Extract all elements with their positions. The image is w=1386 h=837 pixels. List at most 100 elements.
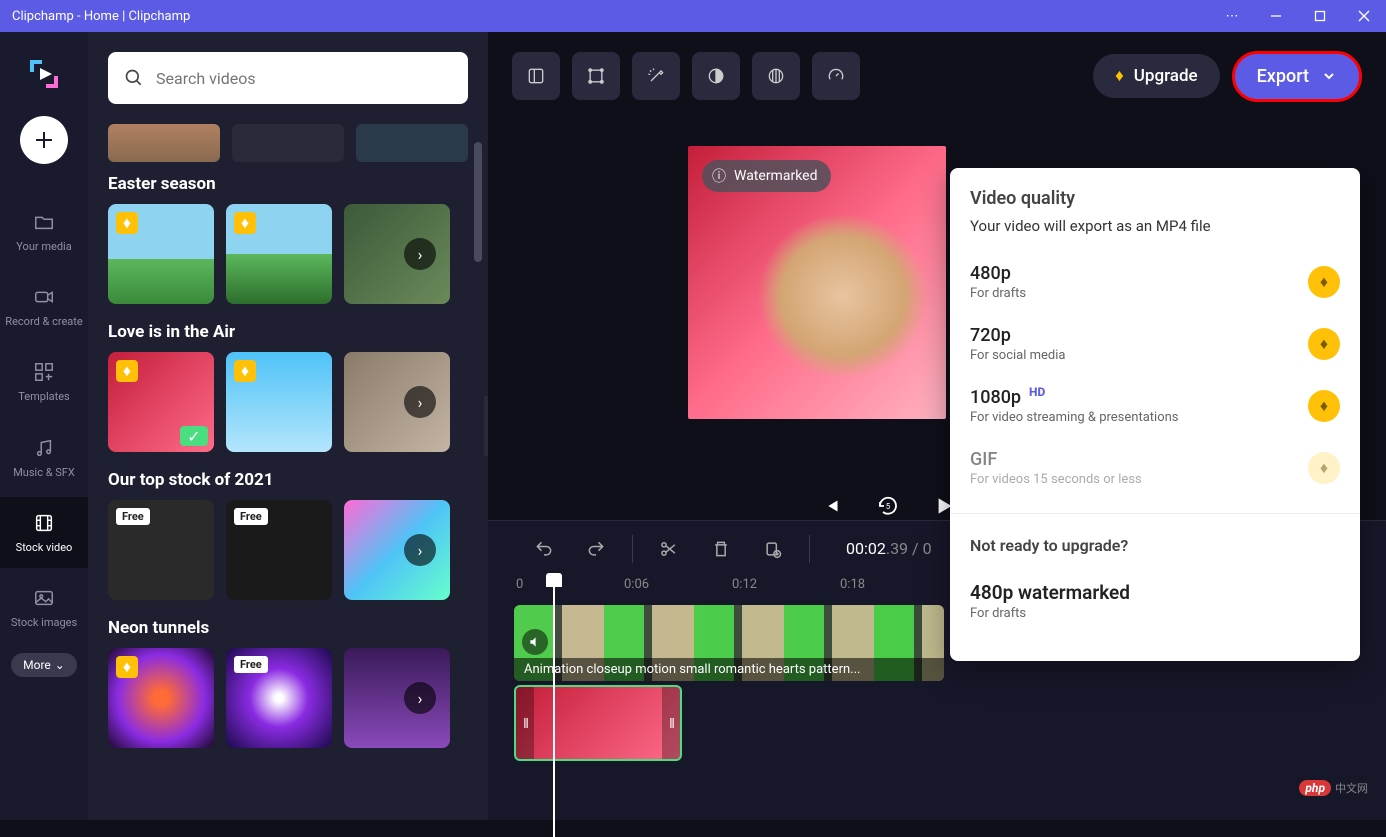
video-thumb[interactable]: ♦ bbox=[108, 204, 214, 304]
add-media-button[interactable] bbox=[20, 116, 68, 164]
site-watermark: php中文网 bbox=[1299, 780, 1368, 796]
category-title: Our top stock of 2021 bbox=[108, 470, 468, 490]
premium-chip-icon: ♦ bbox=[1308, 266, 1340, 298]
nav-music-sfx[interactable]: Music & SFX bbox=[0, 422, 88, 493]
stock-video-panel: Easter season ♦ ♦ › Love is in the Air ♦… bbox=[88, 32, 488, 820]
timeline-clip-selected[interactable]: ‖ ‖ bbox=[514, 685, 682, 761]
close-icon[interactable] bbox=[1354, 6, 1374, 26]
editor-area: ♦ Upgrade Export ⓘ Watermarked 5 bbox=[488, 32, 1386, 820]
video-track[interactable]: ‖ ‖ bbox=[514, 685, 1386, 761]
playhead-handle[interactable] bbox=[546, 573, 562, 587]
quality-option-watermarked[interactable]: 480p watermarked For drafts bbox=[970, 569, 1340, 633]
contrast-tool-button[interactable] bbox=[692, 52, 740, 100]
category-easter: Easter season ♦ ♦ › bbox=[108, 174, 468, 304]
next-arrow-button[interactable]: › bbox=[404, 682, 436, 714]
video-thumb[interactable]: ♦✓ bbox=[108, 352, 214, 452]
next-arrow-button[interactable]: › bbox=[404, 386, 436, 418]
quality-option-1080p[interactable]: 1080pHD For video streaming & presentati… bbox=[950, 375, 1360, 437]
audio-icon bbox=[522, 629, 548, 655]
premium-badge-icon: ♦ bbox=[116, 656, 138, 678]
editor-toolbar: ♦ Upgrade Export bbox=[488, 32, 1386, 120]
video-thumb[interactable]: Free bbox=[226, 648, 332, 748]
diamond-icon: ♦ bbox=[1115, 66, 1124, 86]
more-options-icon[interactable]: ⋯ bbox=[1222, 6, 1242, 26]
category-neon: Neon tunnels ♦ Free › bbox=[108, 618, 468, 748]
premium-chip-icon: ♦ bbox=[1308, 328, 1340, 360]
category-title: Neon tunnels bbox=[108, 618, 468, 638]
music-icon bbox=[32, 436, 56, 460]
premium-chip-icon: ♦ bbox=[1308, 452, 1340, 484]
nav-label: Your media bbox=[16, 240, 71, 253]
folder-icon bbox=[32, 210, 56, 234]
sidebar: Your media Record & create Templates Mus… bbox=[0, 32, 88, 820]
maximize-icon[interactable] bbox=[1310, 6, 1330, 26]
svg-text:5: 5 bbox=[886, 502, 891, 511]
layout-tool-button[interactable] bbox=[512, 52, 560, 100]
nav-your-media[interactable]: Your media bbox=[0, 196, 88, 267]
rewind-5s-button[interactable]: 5 bbox=[874, 492, 902, 520]
thumb-partial[interactable] bbox=[232, 124, 344, 162]
nav-label: Stock video bbox=[16, 541, 73, 554]
premium-badge-icon: ♦ bbox=[116, 212, 138, 234]
category-love: Love is in the Air ♦✓ ♦ › bbox=[108, 322, 468, 452]
video-thumb[interactable]: ♦ bbox=[226, 204, 332, 304]
search-input[interactable] bbox=[156, 69, 452, 88]
duplicate-button[interactable] bbox=[753, 529, 793, 569]
split-button[interactable] bbox=[649, 529, 689, 569]
export-button[interactable]: Export bbox=[1232, 51, 1362, 102]
hd-badge: HD bbox=[1029, 385, 1045, 399]
quality-option-480p[interactable]: 480p For drafts ♦ bbox=[950, 251, 1360, 313]
speed-tool-button[interactable] bbox=[812, 52, 860, 100]
search-bar[interactable] bbox=[108, 52, 468, 104]
nav-record-create[interactable]: Record & create bbox=[0, 271, 88, 342]
scrollbar[interactable] bbox=[474, 142, 482, 262]
redo-button[interactable] bbox=[576, 529, 616, 569]
categories-list: Easter season ♦ ♦ › Love is in the Air ♦… bbox=[88, 174, 488, 820]
playhead-line bbox=[553, 577, 555, 837]
ruler-tick: 0 bbox=[516, 577, 624, 605]
timeline-clip[interactable]: Animation closeup motion small romantic … bbox=[514, 605, 944, 681]
next-arrow-button[interactable]: › bbox=[404, 238, 436, 270]
thumb-partial[interactable] bbox=[108, 124, 220, 162]
delete-button[interactable] bbox=[701, 529, 741, 569]
nav-label: Stock images bbox=[11, 616, 77, 629]
video-thumb[interactable]: ♦ bbox=[226, 352, 332, 452]
ruler-tick: 0:06 bbox=[624, 577, 732, 605]
premium-badge-icon: ♦ bbox=[234, 360, 256, 382]
export-menu-subtitle: Your video will export as an MP4 file bbox=[950, 217, 1360, 251]
video-thumb[interactable]: ♦ bbox=[108, 648, 214, 748]
magic-tool-button[interactable] bbox=[632, 52, 680, 100]
trim-handle-right[interactable]: ‖ bbox=[662, 687, 680, 759]
quality-option-720p[interactable]: 720p For social media ♦ bbox=[950, 313, 1360, 375]
minimize-icon[interactable] bbox=[1266, 6, 1286, 26]
video-preview[interactable]: ⓘ Watermarked bbox=[688, 146, 946, 419]
filter-tool-button[interactable] bbox=[752, 52, 800, 100]
trim-handle-left[interactable]: ‖ bbox=[516, 687, 534, 759]
ruler-tick: 0:12 bbox=[732, 577, 840, 605]
video-thumb[interactable]: Free bbox=[108, 500, 214, 600]
export-menu-title: Video quality bbox=[950, 168, 1360, 217]
nav-label: Record & create bbox=[5, 315, 82, 328]
quality-option-gif[interactable]: GIF For videos 15 seconds or less ♦ bbox=[950, 437, 1360, 499]
nav-templates[interactable]: Templates bbox=[0, 346, 88, 417]
window-titlebar: Clipchamp - Home | Clipchamp ⋯ bbox=[0, 0, 1386, 32]
skip-back-button[interactable] bbox=[818, 492, 846, 520]
more-button[interactable]: More ⌄ bbox=[11, 653, 77, 677]
clip-label: Animation closeup motion small romantic … bbox=[514, 658, 944, 681]
templates-icon bbox=[32, 360, 56, 384]
nav-stock-video[interactable]: Stock video bbox=[0, 497, 88, 568]
undo-button[interactable] bbox=[524, 529, 564, 569]
nav-stock-images[interactable]: Stock images bbox=[0, 572, 88, 643]
free-badge: Free bbox=[234, 508, 268, 525]
next-arrow-button[interactable]: › bbox=[404, 534, 436, 566]
watermark-badge: ⓘ Watermarked bbox=[702, 160, 831, 192]
upgrade-button[interactable]: ♦ Upgrade bbox=[1093, 54, 1220, 98]
window-title: Clipchamp - Home | Clipchamp bbox=[12, 9, 1222, 24]
camera-icon bbox=[32, 285, 56, 309]
app-logo[interactable] bbox=[22, 52, 66, 96]
crop-tool-button[interactable] bbox=[572, 52, 620, 100]
timeline-time: 00:02.39 / 0 bbox=[846, 539, 932, 559]
thumb-partial[interactable] bbox=[356, 124, 468, 162]
category-title: Love is in the Air bbox=[108, 322, 468, 342]
video-thumb[interactable]: Free bbox=[226, 500, 332, 600]
